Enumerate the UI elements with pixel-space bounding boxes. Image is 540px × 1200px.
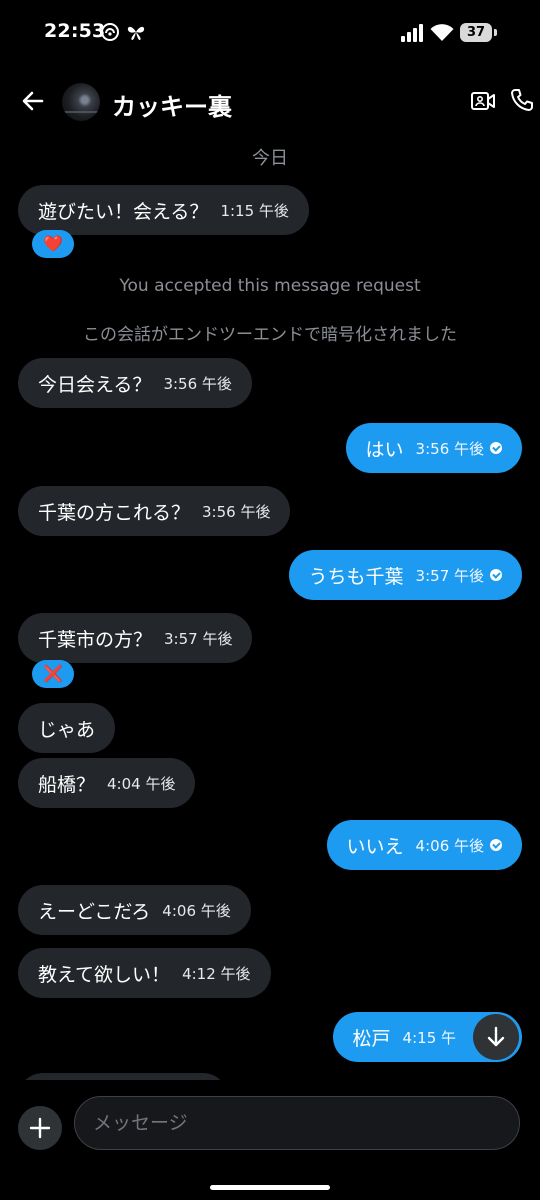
message-bubble-in[interactable]: 教えて欲しい！ 4:12 午後	[18, 948, 271, 998]
system-message: You accepted this message request	[119, 276, 421, 296]
back-arrow-icon[interactable]	[20, 88, 46, 114]
message-bubble-in[interactable]: 千葉の方これる？ 3:56 午後	[18, 486, 291, 536]
message-text: いいえ	[346, 835, 404, 858]
read-check-icon	[490, 839, 502, 851]
message-bubble-in[interactable]: えーどこだろ 4:06 午後	[18, 885, 251, 935]
status-bar: 22:53 37	[0, 0, 540, 66]
message-text: うちも千葉	[308, 565, 404, 588]
home-indicator	[210, 1185, 330, 1190]
read-check-icon	[490, 442, 502, 454]
message-time: 4:06 午後	[415, 836, 484, 855]
message-composer	[0, 1080, 540, 1200]
message-bubble-in[interactable]: じゃあ	[18, 703, 116, 753]
message-text: はい	[365, 438, 404, 461]
message-bubble-in[interactable]: 千葉市の方？ 3:57 午後	[18, 613, 253, 663]
conversation-header: カッキー裏	[0, 70, 540, 134]
message-bubble-out[interactable]: いいえ 4:06 午後	[326, 820, 522, 870]
message-time: 4:12 午後	[182, 964, 251, 983]
hotspot-icon	[101, 23, 119, 41]
message-input[interactable]	[74, 1096, 520, 1150]
scroll-to-bottom-button[interactable]	[473, 1014, 519, 1060]
message-text: じゃあ	[38, 718, 96, 741]
message-text: 千葉の方これる？	[38, 501, 191, 524]
status-time: 22:53	[44, 20, 106, 42]
message-text: 船橋？	[38, 773, 96, 796]
message-text: 千葉市の方？	[38, 628, 153, 651]
battery-tip	[494, 29, 497, 36]
message-list[interactable]: 今日 遊びたい！会える？ 1:15 午後 ❤️ You accepted thi…	[0, 134, 540, 1080]
cross-reaction[interactable]: ❌	[32, 660, 74, 688]
signal-icon	[401, 24, 423, 42]
avatar[interactable]	[62, 83, 100, 121]
video-call-icon[interactable]	[470, 90, 496, 112]
message-time: 4:15 午	[402, 1028, 456, 1047]
battery-level: 37	[460, 23, 492, 42]
message-bubble-in[interactable]	[18, 1073, 228, 1080]
message-text: 遊びたい！会える？	[38, 200, 209, 223]
plus-icon	[29, 1117, 51, 1139]
message-text: 教えて欲しい！	[38, 963, 171, 986]
message-time: 3:56 午後	[202, 502, 271, 521]
add-attachment-button[interactable]	[18, 1106, 62, 1150]
message-time: 3:57 午後	[164, 629, 233, 648]
message-text: 松戸	[352, 1027, 391, 1050]
message-time: 1:15 午後	[220, 201, 289, 220]
heart-reaction[interactable]: ❤️	[32, 230, 74, 258]
arrow-down-icon	[487, 1026, 505, 1047]
message-time: 4:06 午後	[162, 901, 231, 920]
message-bubble-in[interactable]: 遊びたい！会える？ 1:15 午後	[18, 185, 309, 235]
encryption-notice: この会話がエンドツーエンドで暗号化されました	[83, 325, 457, 345]
message-time: 3:57 午後	[415, 566, 484, 585]
read-check-icon	[490, 569, 502, 581]
date-divider: 今日	[252, 148, 288, 169]
message-bubble-out[interactable]: はい 3:56 午後	[345, 423, 522, 473]
message-time: 4:04 午後	[107, 774, 176, 793]
contact-name[interactable]: カッキー裏	[112, 87, 232, 122]
wifi-icon	[430, 24, 454, 41]
message-time: 3:56 午後	[415, 439, 484, 458]
message-bubble-out[interactable]: うちも千葉 3:57 午後	[288, 550, 522, 600]
message-bubble-in[interactable]: 今日会える？ 3:56 午後	[18, 358, 252, 408]
butterfly-icon	[127, 26, 145, 40]
message-bubble-in[interactable]: 船橋？ 4:04 午後	[18, 758, 196, 808]
message-text: 今日会える？	[38, 373, 152, 396]
message-text: えーどこだろ	[38, 900, 151, 923]
phone-call-icon[interactable]	[510, 88, 534, 112]
message-time: 3:56 午後	[163, 374, 232, 393]
